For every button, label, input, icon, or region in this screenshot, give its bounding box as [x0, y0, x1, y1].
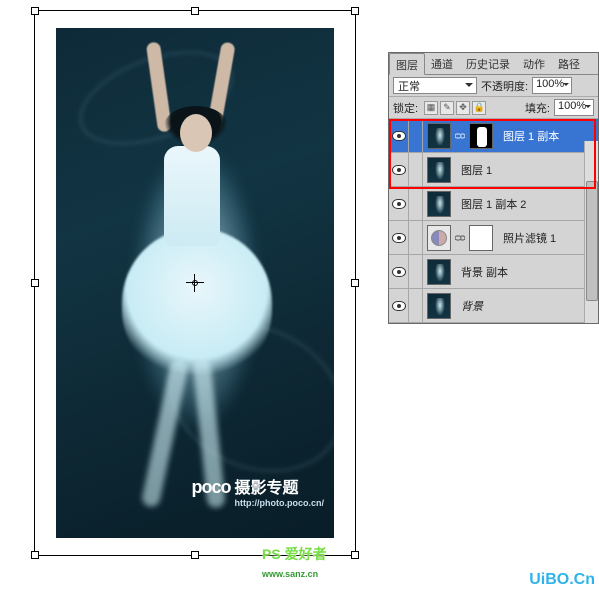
lock-icon-group: ▦ ✎ ✥ 🔒 — [424, 101, 486, 115]
lock-position-icon[interactable]: ✥ — [456, 101, 470, 115]
transform-bounding-box[interactable] — [34, 10, 356, 556]
visibility-toggle[interactable] — [389, 187, 409, 220]
transform-handle-mid-left[interactable] — [31, 279, 39, 287]
link-column[interactable] — [409, 187, 423, 220]
link-column[interactable] — [409, 119, 423, 152]
layer-row-selected[interactable]: 图层 1 副本 — [389, 119, 598, 153]
lock-pixels-icon[interactable]: ✎ — [440, 101, 454, 115]
layer-name[interactable]: 背景 — [455, 298, 598, 314]
opacity-label: 不透明度: — [481, 78, 528, 94]
link-column[interactable] — [409, 221, 423, 254]
layer-thumbnail[interactable] — [427, 157, 451, 183]
lock-all-icon[interactable]: 🔒 — [472, 101, 486, 115]
eye-icon — [392, 301, 406, 311]
canvas-area[interactable]: poco 摄影专题 http://photo.poco.cn/ — [34, 10, 356, 556]
layer-thumbnail[interactable] — [427, 293, 451, 319]
tab-actions[interactable]: 动作 — [517, 53, 552, 74]
tab-history[interactable]: 历史记录 — [460, 53, 517, 74]
visibility-toggle[interactable] — [389, 255, 409, 288]
link-column[interactable] — [409, 255, 423, 288]
panel-scrollbar[interactable] — [584, 141, 598, 323]
eye-icon — [392, 267, 406, 277]
layer-row-background[interactable]: 背景 — [389, 289, 598, 323]
visibility-toggle[interactable] — [389, 153, 409, 186]
transform-handle-mid-right[interactable] — [351, 279, 359, 287]
panel-tabs: 图层 通道 历史记录 动作 路径 — [389, 53, 598, 75]
transform-handle-top-mid[interactable] — [191, 7, 199, 15]
layer-name[interactable]: 背景 副本 — [455, 264, 598, 280]
blend-row: 正常 不透明度: 100% — [389, 75, 598, 97]
visibility-toggle[interactable] — [389, 119, 409, 152]
link-column[interactable] — [409, 153, 423, 186]
fill-label: 填充: — [525, 100, 550, 116]
mask-link-icon[interactable] — [455, 131, 465, 141]
lock-row: 锁定: ▦ ✎ ✥ 🔒 填充: 100% — [389, 97, 598, 119]
layer-list: 图层 1 副本 图层 1 图层 1 副本 2 — [389, 119, 598, 323]
layer-row[interactable]: 背景 副本 — [389, 255, 598, 289]
transform-handle-bottom-left[interactable] — [31, 551, 39, 559]
visibility-toggle[interactable] — [389, 289, 409, 322]
fill-input[interactable]: 100% — [554, 99, 594, 116]
transform-handle-top-left[interactable] — [31, 7, 39, 15]
scrollbar-thumb[interactable] — [586, 181, 598, 301]
adjustment-layer-thumbnail[interactable] — [427, 225, 451, 251]
layer-mask-thumbnail[interactable] — [469, 123, 493, 149]
watermark-site: UiBO.Cn — [529, 572, 595, 588]
layer-row[interactable]: 图层 1 — [389, 153, 598, 187]
tab-layers[interactable]: 图层 — [389, 53, 425, 75]
mask-link-icon[interactable] — [455, 233, 465, 243]
watermark-ps-lover: PS 爱好者 www.sanz.cn — [262, 544, 327, 580]
eye-icon — [392, 131, 406, 141]
layer-mask-thumbnail[interactable] — [469, 225, 493, 251]
tab-channels[interactable]: 通道 — [425, 53, 460, 74]
layer-thumbnail[interactable] — [427, 259, 451, 285]
layer-name[interactable]: 图层 1 副本 — [497, 128, 598, 144]
layer-thumbnail[interactable] — [427, 191, 451, 217]
link-column[interactable] — [409, 289, 423, 322]
transform-handle-top-right[interactable] — [351, 7, 359, 15]
transform-handle-bottom-mid[interactable] — [191, 551, 199, 559]
layer-name[interactable]: 图层 1 副本 2 — [455, 196, 598, 212]
layers-panel: 图层 通道 历史记录 动作 路径 正常 不透明度: 100% 锁定: ▦ ✎ ✥… — [388, 52, 599, 324]
lock-transparency-icon[interactable]: ▦ — [424, 101, 438, 115]
layer-thumbnail[interactable] — [427, 123, 451, 149]
visibility-toggle[interactable] — [389, 221, 409, 254]
transform-handle-bottom-right[interactable] — [351, 551, 359, 559]
eye-icon — [392, 199, 406, 209]
lock-label: 锁定: — [393, 100, 418, 116]
eye-icon — [392, 165, 406, 175]
transform-center-point[interactable] — [186, 274, 204, 292]
opacity-input[interactable]: 100% — [532, 77, 572, 94]
blend-mode-select[interactable]: 正常 — [393, 77, 477, 94]
layer-name[interactable]: 图层 1 — [455, 162, 598, 178]
layer-row[interactable]: 图层 1 副本 2 — [389, 187, 598, 221]
layer-name[interactable]: 照片滤镜 1 — [497, 230, 598, 246]
layer-row-adjustment[interactable]: 照片滤镜 1 — [389, 221, 598, 255]
tab-paths[interactable]: 路径 — [552, 53, 587, 74]
eye-icon — [392, 233, 406, 243]
